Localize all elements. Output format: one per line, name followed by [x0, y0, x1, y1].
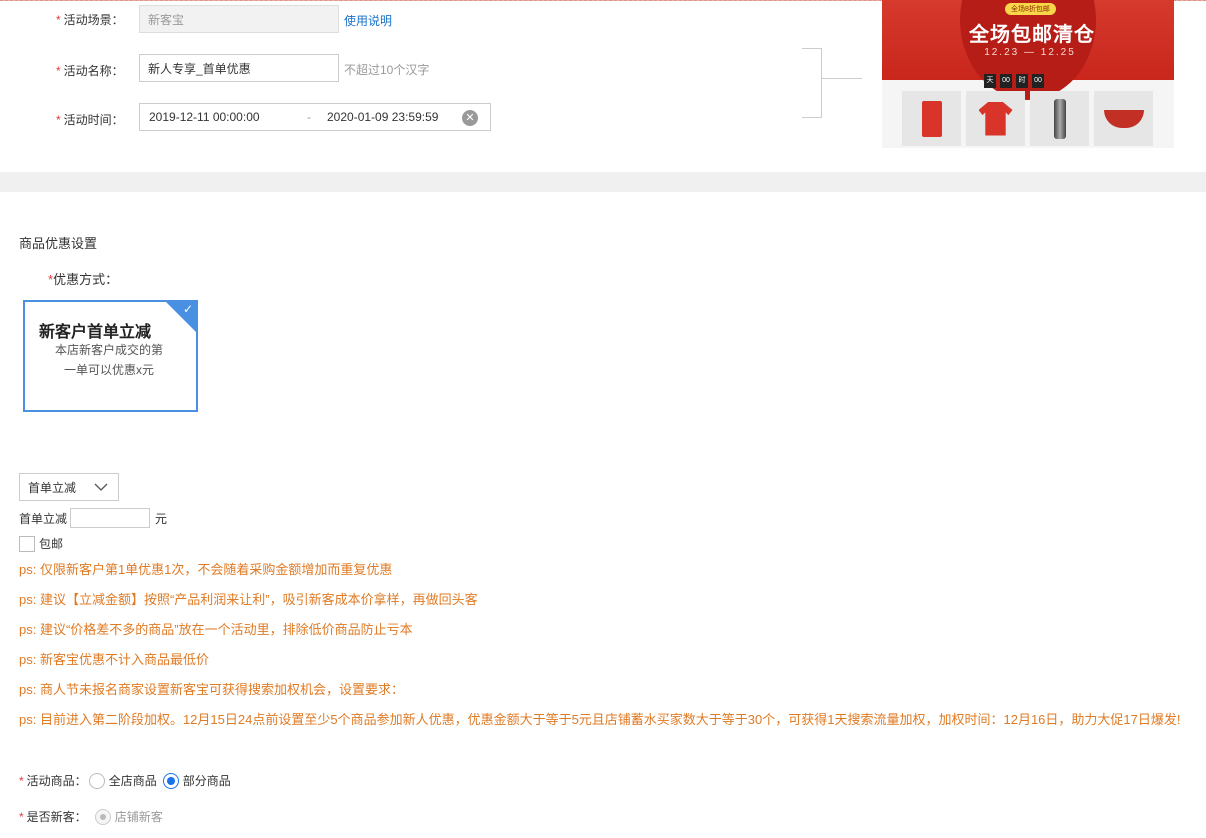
- time-separator: -: [307, 110, 311, 124]
- required-mark: *: [19, 773, 24, 788]
- clear-icon[interactable]: ✕: [462, 110, 478, 126]
- product-sweater: [966, 91, 1025, 146]
- note-text: ps: 建议“价格差不多的商品”放在一个活动里，排除低价商品防止亏本: [19, 622, 413, 637]
- preview-dates: 12.23 — 12.25: [984, 47, 1076, 58]
- scene-input: 新客宝: [139, 5, 339, 33]
- card-title: 新客户首单立减: [39, 324, 152, 341]
- name-label: 活动名称：: [63, 63, 124, 78]
- amount-unit: 元: [155, 511, 168, 526]
- activity-name-input[interactable]: 新人专享_首单优惠: [139, 54, 339, 82]
- time-label-wrap: * 活动时间：: [56, 111, 124, 128]
- product-powerbank: [902, 91, 961, 146]
- scene-label-wrap: * 活动场景：: [56, 11, 124, 28]
- name-label-wrap: * 活动名称：: [56, 62, 124, 79]
- note-text: ps: 仅限新客户第1单优惠1次，不会随着采购金额增加而重复优惠: [19, 562, 393, 577]
- discount-type-select[interactable]: 首单立减: [19, 473, 119, 501]
- preview-connector-stem: [822, 78, 862, 79]
- new-customer-radio: [94, 808, 111, 825]
- usage-help-link[interactable]: 使用说明: [344, 12, 392, 29]
- required-mark: *: [56, 12, 61, 27]
- preview-headline: 全场包邮清仓: [969, 24, 1095, 46]
- section-divider: [0, 172, 1206, 192]
- preview-connector: [802, 48, 822, 118]
- method-label-wrap: *优惠方式：: [48, 269, 118, 288]
- free-shipping-row: 包邮: [19, 535, 63, 552]
- note-text: ps: 建议【立减金额】按照“产品利润来让利”，吸引新客成本价拿样，再做回头客: [19, 592, 478, 607]
- goods-all-label[interactable]: 全店商品: [109, 772, 157, 789]
- preview-timer: 天 00 时 00: [984, 74, 1044, 88]
- required-mark: *: [56, 63, 61, 78]
- card-desc: 本店新客户成交的第一单可以优惠x元: [54, 343, 163, 377]
- discount-method-card[interactable]: ✓ 新客户首单立减 本店新客户成交的第一单可以优惠x元: [23, 300, 198, 412]
- timer-cell: 天: [984, 74, 996, 88]
- activity-preview-image: 全场8折包邮 全场包邮清仓 12.23 — 12.25 天 00 时 00: [882, 0, 1174, 148]
- amount-label: 首单立减: [19, 511, 68, 526]
- preview-products: [902, 91, 1153, 146]
- goods-all-radio[interactable]: [88, 772, 105, 789]
- section-title: 商品优惠设置: [19, 236, 98, 251]
- preview-tag: 全场8折包邮: [1005, 3, 1056, 15]
- time-end[interactable]: 2020-01-09 23:59:59: [327, 110, 467, 124]
- time-label: 活动时间：: [63, 112, 124, 127]
- time-start[interactable]: 2019-12-11 00:00:00: [149, 110, 299, 124]
- goods-part-label[interactable]: 部分商品: [183, 772, 231, 789]
- chevron-down-icon: [94, 483, 108, 491]
- amount-input[interactable]: [70, 508, 151, 528]
- method-label: 优惠方式：: [53, 272, 119, 287]
- goods-label: 活动商品：: [26, 774, 87, 788]
- name-row: * 活动名称：: [56, 56, 124, 84]
- note-text: ps: 目前进入第二阶段加权。12月15日24点前设置至少5个商品参加新人优惠，…: [19, 712, 1181, 727]
- new-customer-option: 店铺新客: [114, 810, 163, 824]
- powerbank-icon: [921, 100, 942, 137]
- new-customer-row: * 是否新客： 店铺新客: [19, 808, 163, 825]
- timer-cell: 时: [1016, 74, 1028, 88]
- activity-time-range[interactable]: 2019-12-11 00:00:00 - 2020-01-09 23:59:5…: [139, 103, 491, 131]
- goods-part-radio[interactable]: [162, 772, 179, 789]
- required-mark: *: [19, 809, 24, 824]
- scene-label: 活动场景：: [63, 12, 124, 27]
- note-text: ps: 商人节未报名商家设置新客宝可获得搜索加权机会，设置要求：: [19, 682, 404, 697]
- timer-cell: 00: [1000, 74, 1012, 88]
- timer-cell: 00: [1032, 74, 1044, 88]
- required-mark: *: [56, 112, 61, 127]
- new-customer-label: 是否新客：: [26, 810, 87, 824]
- pot-icon: [1103, 109, 1144, 128]
- name-hint: 不超过10个汉字: [344, 63, 430, 77]
- time-row: * 活动时间：: [56, 105, 124, 133]
- amount-row: 首单立减 元: [19, 508, 167, 528]
- free-shipping-label: 包邮: [39, 537, 64, 551]
- check-icon: ✓: [182, 302, 193, 316]
- free-shipping-checkbox[interactable]: [19, 535, 35, 552]
- product-bottle: [1030, 91, 1089, 146]
- select-value: 首单立减: [28, 480, 77, 495]
- product-pot: [1094, 91, 1153, 146]
- sweater-icon: [978, 101, 1013, 136]
- note-text: ps: 新客宝优惠不计入商品最低价: [19, 652, 209, 667]
- goods-row: * 活动商品： 全店商品 部分商品: [19, 772, 231, 789]
- bottle-icon: [1053, 98, 1066, 139]
- scene-row: * 活动场景：: [56, 5, 124, 33]
